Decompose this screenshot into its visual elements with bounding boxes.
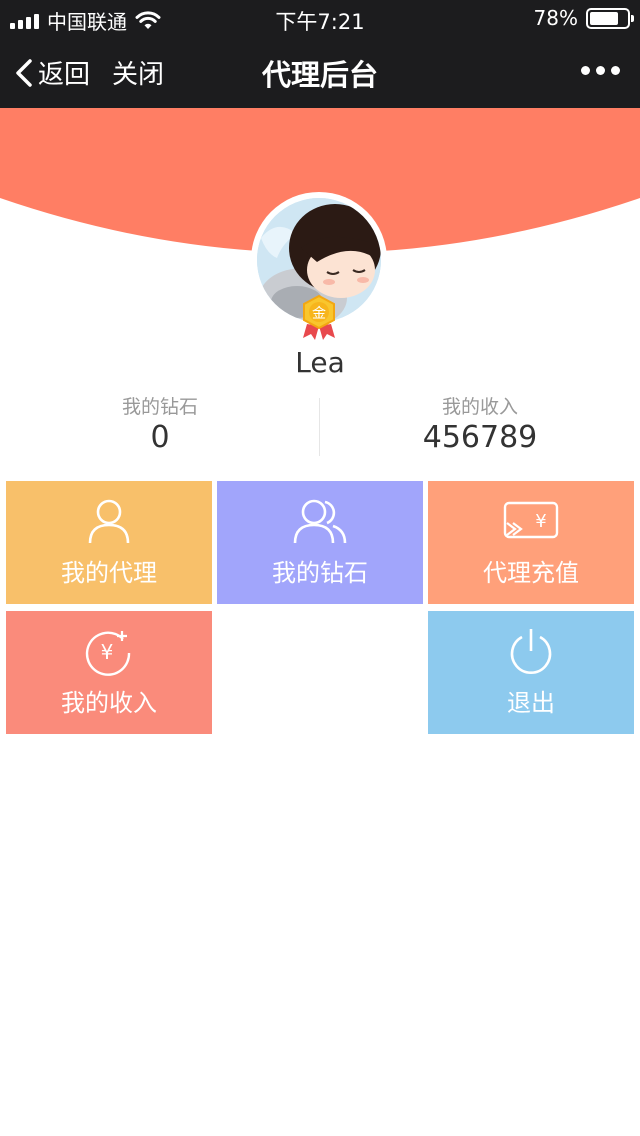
recharge-card-icon: ¥ [503,501,559,539]
stat-income-label: 我的收入 [441,396,518,418]
menu-label: 我的代理 [61,559,157,587]
menu-label: 我的钻石 [272,559,368,587]
menu-my-agents[interactable]: 我的代理 [6,481,212,604]
close-button[interactable]: 关闭 [112,54,164,91]
page-title: 代理后台 [261,58,378,92]
stat-diamonds-value: 0 [150,420,170,455]
menu-agent-recharge[interactable]: ¥ 代理充值 [428,481,634,604]
battery-percent: 78% [533,6,578,30]
stat-income-value: 456789 [422,420,538,455]
battery-fill [590,11,618,25]
nav-bar: 返回 关闭 代理后台 [0,36,640,108]
gold-medal-icon: 金 [303,294,335,340]
medal-text: 金 [312,306,326,322]
menu-label: 退出 [507,689,555,717]
stats-row: 我的钻石 0 我的收入 456789 [0,394,640,456]
avatar[interactable]: 金 [251,192,387,340]
username: Lea [295,346,345,379]
power-icon [510,629,552,675]
stat-income[interactable]: 我的收入 456789 [320,394,640,456]
svg-text:¥: ¥ [535,511,546,532]
top-bar: 中国联通 下午7:21 78% 返回 关闭 代理后台 [0,0,640,108]
people-icon [293,499,347,544]
menu-logout[interactable]: 退出 [428,611,634,734]
status-bar: 中国联通 下午7:21 78% [0,0,640,36]
back-button[interactable]: 返回 [14,54,90,91]
menu-label: 我的收入 [61,689,157,717]
back-label: 返回 [38,60,91,90]
yuan-plus-icon: ¥ [85,631,131,676]
menu-my-diamonds[interactable]: 我的钻石 [217,481,423,604]
svg-text:¥: ¥ [101,640,114,664]
more-menu-icon[interactable] [581,66,620,75]
menu-my-income[interactable]: ¥ 我的收入 [6,611,212,734]
chevron-left-icon [16,58,32,87]
menu-label: 代理充值 [483,559,579,587]
stat-diamonds-label: 我的钻石 [121,396,198,418]
person-icon [88,499,130,544]
stat-diamonds[interactable]: 我的钻石 0 [0,394,320,456]
battery-icon [586,7,634,29]
